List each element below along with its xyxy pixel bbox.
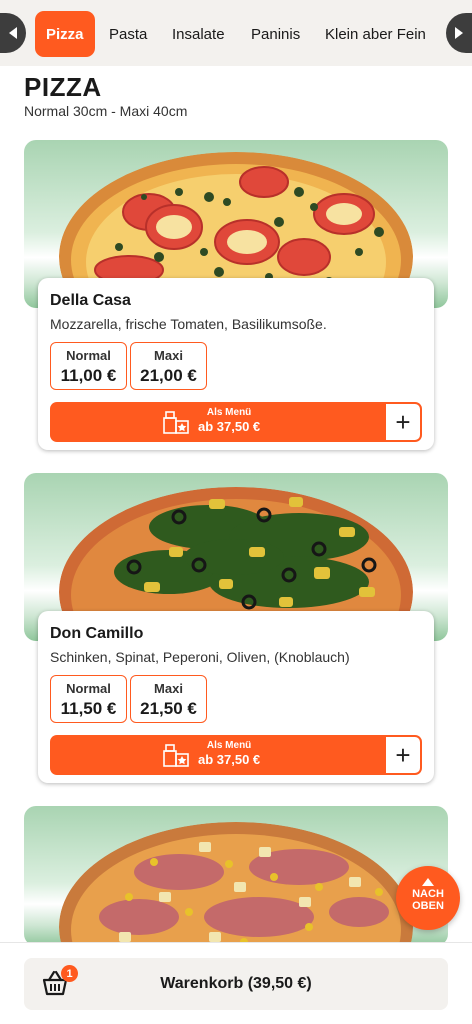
chevron-left-icon[interactable] xyxy=(0,13,26,53)
menu-price: ab 37,50 € xyxy=(198,752,261,767)
menu-combo-icon xyxy=(163,411,189,434)
plus-icon[interactable]: + xyxy=(386,737,420,773)
back-to-top-label-2: OBEN xyxy=(412,900,444,912)
cart-button[interactable]: 1 Warenkorb (39,50 €) xyxy=(24,958,448,1010)
menu-combo-icon xyxy=(163,744,189,767)
page-title: PIZZA xyxy=(24,72,102,102)
tab-insalate[interactable]: Insalate xyxy=(172,11,225,57)
product-description: Schinken, Spinat, Peperoni, Oliven, (Kno… xyxy=(50,649,350,665)
price-value: 11,00 € xyxy=(60,366,117,385)
price-label: Maxi xyxy=(154,681,183,696)
product-card-della-casa: Della Casa Mozzarella, frische Tomaten, … xyxy=(38,278,434,450)
price-label: Normal xyxy=(66,681,111,696)
price-option-maxi[interactable]: Maxi 21,50 € xyxy=(130,675,207,723)
menu-button[interactable]: Als Menü ab 37,50 € + xyxy=(50,735,422,775)
product-card-don-camillo: Don Camillo Schinken, Spinat, Peperoni, … xyxy=(38,611,434,783)
product-name: Don Camillo xyxy=(50,625,144,642)
price-label: Normal xyxy=(66,348,111,363)
price-value: 21,50 € xyxy=(140,699,197,718)
price-option-normal[interactable]: Normal 11,50 € xyxy=(50,675,127,723)
price-value: 11,50 € xyxy=(60,699,117,718)
cart-label: Warenkorb (39,50 €) xyxy=(160,975,312,992)
menu-button[interactable]: Als Menü ab 37,50 € + xyxy=(50,402,422,442)
price-option-normal[interactable]: Normal 11,00 € xyxy=(50,342,127,390)
back-to-top-label-1: NACH xyxy=(412,888,444,900)
arrow-up-icon xyxy=(422,878,434,886)
menu-label: Als Menü xyxy=(206,407,252,418)
product-description: Mozzarella, frische Tomaten, Basilikumso… xyxy=(50,316,327,332)
back-to-top-button[interactable]: NACH OBEN xyxy=(396,866,460,930)
category-nav: Pizza Pasta Insalate Paninis Klein aber … xyxy=(0,0,472,66)
plus-icon[interactable]: + xyxy=(386,404,420,440)
menu-price: ab 37,50 € xyxy=(198,419,261,434)
tab-paninis[interactable]: Paninis xyxy=(251,11,300,57)
footer: 1 Warenkorb (39,50 €) xyxy=(0,942,472,1024)
product-name: Della Casa xyxy=(50,292,131,309)
tab-pasta[interactable]: Pasta xyxy=(109,11,147,57)
price-label: Maxi xyxy=(154,348,183,363)
price-value: 21,00 € xyxy=(140,366,197,385)
page-subtitle: Normal 30cm - Maxi 40cm xyxy=(24,103,188,119)
tab-pizza[interactable]: Pizza xyxy=(35,11,95,57)
tab-klein-aber-fein[interactable]: Klein aber Fein xyxy=(325,11,426,57)
menu-label: Als Menü xyxy=(206,740,252,751)
product-image-next xyxy=(24,806,448,946)
chevron-right-icon[interactable] xyxy=(446,13,472,53)
pizza-image xyxy=(59,822,413,946)
price-option-maxi[interactable]: Maxi 21,00 € xyxy=(130,342,207,390)
